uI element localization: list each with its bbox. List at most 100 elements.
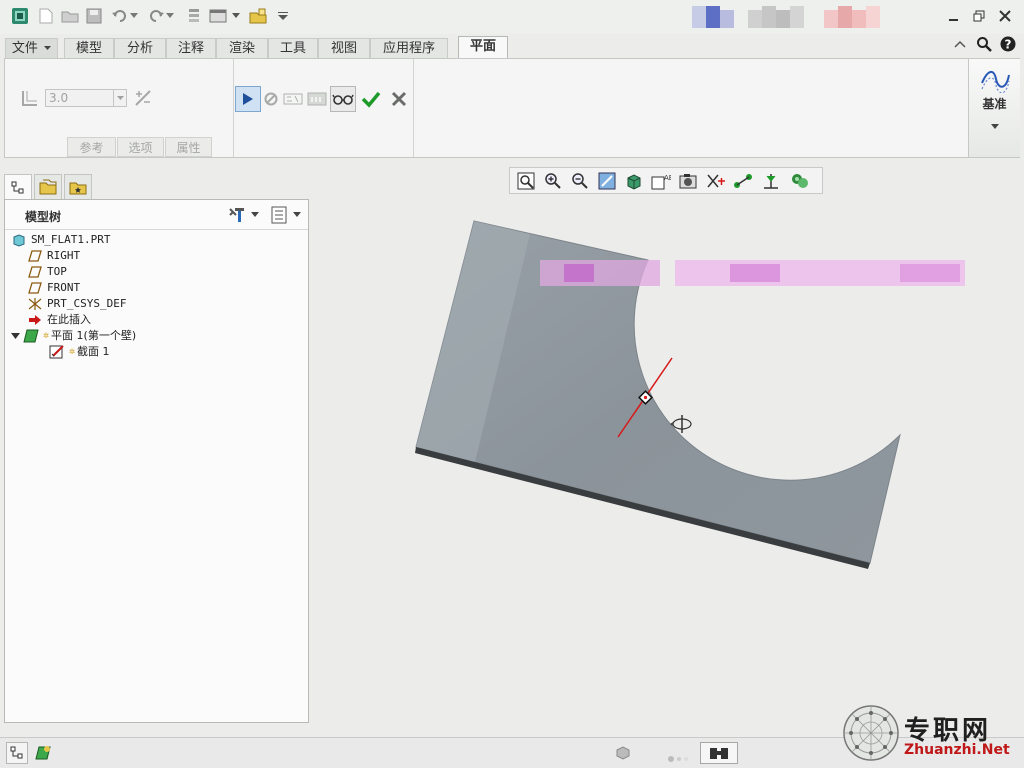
tree-item-top[interactable]: TOP [27, 264, 67, 280]
model-tree-header: 模型树 [5, 200, 308, 230]
undo-dropdown-icon[interactable] [128, 6, 140, 26]
tab-render[interactable]: 渲染 [216, 38, 268, 58]
title-bar [0, 0, 1024, 34]
play-icon [243, 93, 253, 105]
tree-item-flat-wall[interactable]: ✲ 平面 1(第一个壁) [11, 328, 136, 344]
new-file-icon[interactable] [36, 6, 56, 26]
redo-dropdown-icon[interactable] [164, 6, 176, 26]
model-tree-title: 模型树 [25, 210, 62, 224]
flip-thickness-icon[interactable] [133, 88, 153, 108]
tree-item-label: 截面 1 [77, 345, 110, 358]
verify-icon [307, 92, 327, 106]
tab-applications[interactable]: 应用程序 [370, 38, 448, 58]
datum-plane-icon [27, 249, 43, 263]
close-window-folder-icon[interactable] [248, 6, 268, 26]
tab-view[interactable]: 视图 [318, 38, 370, 58]
tree-item-label: SM_FLAT1.PRT [31, 233, 111, 246]
undo-icon[interactable] [110, 6, 130, 26]
smart-filter-button[interactable] [700, 742, 738, 764]
watermark: 专职网 Zhuanzhi.Net [842, 704, 1020, 764]
ribbon-separator [413, 59, 414, 157]
new-feature-star-icon: ✲ [69, 346, 76, 357]
folder-browser-tab[interactable] [34, 174, 62, 200]
customize-quick-access-icon[interactable] [276, 6, 290, 26]
folder-browser-icon [39, 179, 57, 195]
filter-binoculars-icon [710, 748, 728, 759]
show-list-icon [271, 206, 287, 224]
csys-icon [27, 297, 43, 311]
restore-icon[interactable] [970, 8, 988, 24]
tab-analysis[interactable]: 分析 [114, 38, 166, 58]
search-icon[interactable] [975, 36, 993, 52]
save-icon[interactable] [84, 6, 104, 26]
ribbon-panel: 3.0 参考 选项 属性 基准 [4, 58, 1020, 158]
tab-tools[interactable]: 工具 [268, 38, 318, 58]
blurred-overlay-region [540, 260, 965, 286]
minimize-icon[interactable] [945, 8, 963, 24]
confirm-button[interactable] [358, 86, 384, 112]
verify-mode-button[interactable] [305, 86, 329, 112]
tree-item-right[interactable]: RIGHT [27, 248, 80, 264]
tree-item-csys[interactable]: PRT_CSYS_DEF [27, 296, 126, 312]
tree-item-front[interactable]: FRONT [27, 280, 80, 296]
regenerate-icon[interactable] [184, 6, 204, 26]
tab-references[interactable]: 参考 [67, 137, 116, 157]
close-icon[interactable] [996, 8, 1014, 24]
tab-model[interactable]: 模型 [64, 38, 114, 58]
navigator-tabs [4, 172, 96, 200]
feature-icon[interactable] [32, 742, 54, 764]
tab-file-dropdown-icon [44, 46, 52, 50]
model-tree-tab[interactable] [4, 174, 32, 200]
tab-view-label: 视图 [330, 41, 357, 56]
flat-wall-icon [23, 329, 39, 343]
tab-analysis-label: 分析 [126, 41, 153, 56]
tree-item-label: RIGHT [47, 249, 81, 262]
resume-button[interactable] [235, 86, 261, 112]
tree-item-part[interactable]: SM_FLAT1.PRT [11, 232, 110, 248]
close-x-icon [391, 91, 407, 107]
favorites-tab[interactable] [64, 174, 92, 200]
app-logo-icon [10, 6, 30, 26]
tab-properties[interactable]: 属性 [165, 137, 212, 157]
datum-group-button[interactable]: 基准 [968, 59, 1020, 157]
tree-item-label: 在此插入 [47, 313, 91, 326]
tab-annotate-label: 注释 [177, 41, 204, 56]
tab-render-label: 渲染 [228, 41, 255, 56]
cancel-button[interactable] [386, 86, 412, 112]
expand-arrow-icon[interactable] [11, 332, 23, 340]
tab-annotate[interactable]: 注释 [166, 38, 216, 58]
windows-icon[interactable] [208, 6, 228, 26]
ribbon-tab-bar: 文件 模型 分析 注释 渲染 工具 视图 应用程序 平面 ? [0, 36, 1024, 59]
datum-plane-icon [27, 281, 43, 295]
tab-options[interactable]: 选项 [117, 137, 164, 157]
preview-button[interactable] [330, 86, 356, 112]
tree-item-insert-here[interactable]: 在此插入 [27, 312, 91, 328]
graphics-window[interactable] [310, 160, 1024, 736]
tab-flat[interactable]: 平面 [458, 36, 508, 58]
help-icon[interactable]: ? [999, 36, 1017, 52]
tools-icon [229, 208, 244, 222]
minimize-ribbon-icon[interactable] [951, 36, 969, 52]
tab-options-label: 选项 [128, 141, 153, 155]
redo-icon[interactable] [146, 6, 166, 26]
navigator-toggle-icon[interactable] [6, 742, 28, 764]
datum-curve-icon [980, 67, 1010, 96]
ribbon-separator [233, 59, 234, 157]
open-folder-icon[interactable] [60, 6, 80, 26]
datum-plane-icon [27, 265, 43, 279]
tree-item-sketch[interactable]: ✲ 截面 1 [49, 344, 110, 360]
thickness-icon [21, 89, 39, 107]
tree-show-button[interactable] [271, 206, 307, 224]
tab-file[interactable]: 文件 [5, 38, 58, 58]
thickness-dropdown-icon[interactable] [113, 90, 126, 106]
preview-geometry-button[interactable] [282, 86, 304, 112]
pause-button[interactable] [261, 86, 281, 112]
blurred-title-region [692, 6, 882, 28]
windows-dropdown-icon[interactable] [230, 6, 242, 26]
tab-applications-label: 应用程序 [382, 41, 435, 56]
model-tree-icon [11, 181, 24, 193]
tree-settings-button[interactable] [227, 206, 261, 224]
thickness-input[interactable]: 3.0 [45, 89, 127, 107]
tab-file-label: 文件 [11, 41, 38, 56]
tab-model-label: 模型 [75, 41, 102, 56]
